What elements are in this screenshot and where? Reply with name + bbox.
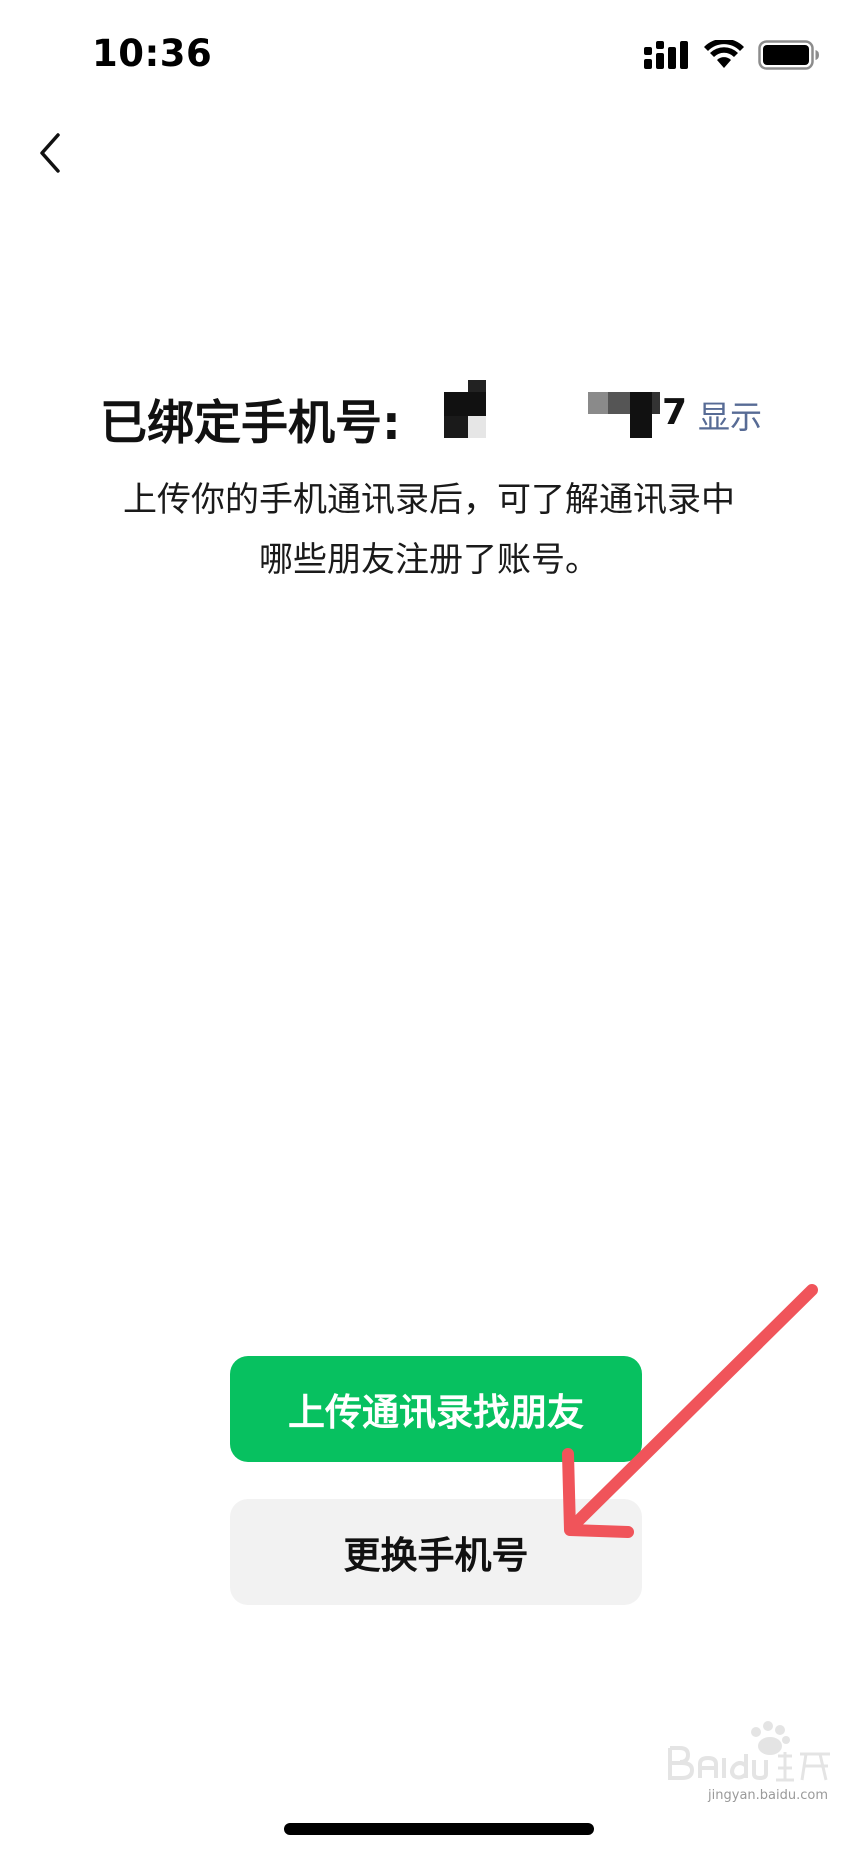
bound-phone-label: 已绑定手机号:: [100, 396, 401, 451]
baidu-watermark-icon: [668, 1721, 830, 1782]
home-indicator[interactable]: [284, 1823, 594, 1835]
status-time: 10:36: [92, 32, 213, 75]
show-phone-link[interactable]: 显示: [698, 392, 762, 438]
description-line-1: 上传你的手机通讯录后，可了解通讯录中: [123, 480, 735, 520]
status-icons: [644, 40, 820, 70]
signal-icon: [644, 41, 688, 69]
watermark-text: jingyan.baidu.com: [708, 1788, 828, 1803]
description-line-2: 哪些朋友注册了账号。: [259, 540, 599, 580]
upload-contacts-button[interactable]: 上传通讯录找朋友: [230, 1356, 642, 1462]
chevron-left-icon: [40, 133, 60, 173]
back-button[interactable]: [28, 124, 72, 182]
redacted-phone-number: [444, 380, 660, 438]
battery-icon: [758, 40, 819, 70]
change-phone-button[interactable]: 更换手机号: [230, 1499, 642, 1605]
bound-phone-row: 已绑定手机号: 7 显示: [0, 380, 858, 451]
status-bar: 10:36: [0, 0, 858, 110]
description-text: 上传你的手机通讯录后，可了解通讯录中 哪些朋友注册了账号。: [60, 470, 798, 590]
phone-number-tail: 7: [662, 392, 688, 433]
wifi-icon: [704, 40, 744, 68]
